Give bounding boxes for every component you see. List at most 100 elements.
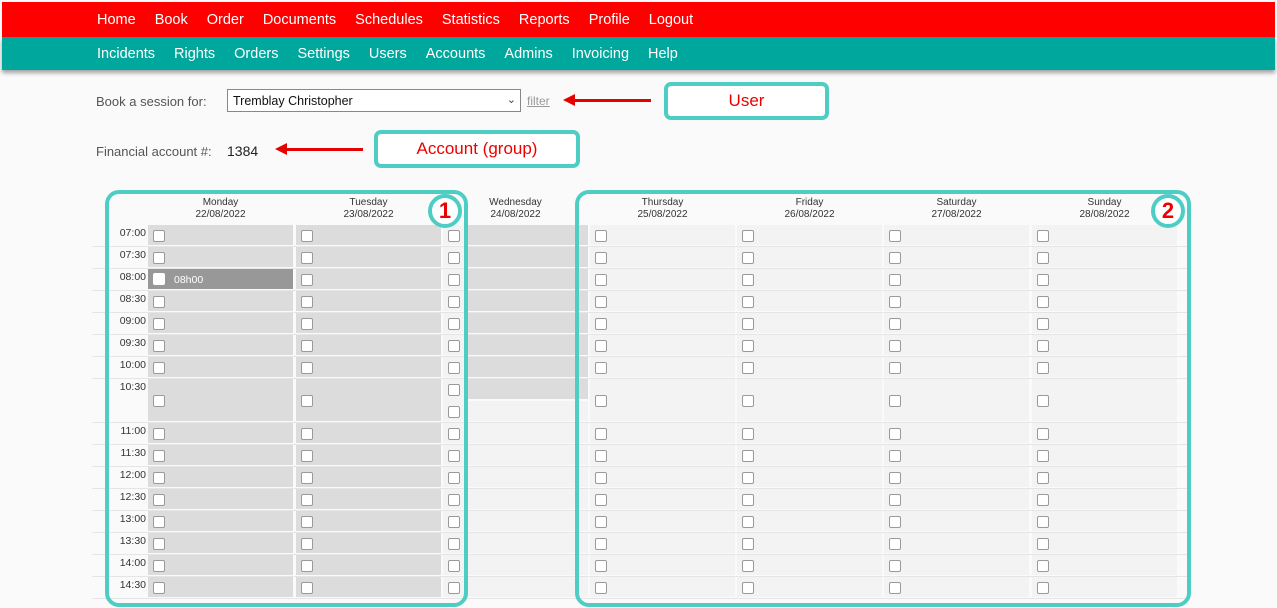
slot-checkbox[interactable]: [742, 395, 754, 407]
nav-accounts[interactable]: Accounts: [426, 46, 486, 62]
slot-checkbox[interactable]: [448, 516, 460, 528]
nav-admins[interactable]: Admins: [504, 46, 552, 62]
slot-checkbox[interactable]: [595, 362, 607, 374]
slot-checkbox[interactable]: [889, 318, 901, 330]
nav-documents[interactable]: Documents: [263, 12, 336, 28]
slot-checkbox[interactable]: [889, 362, 901, 374]
slot-checkbox[interactable]: [742, 362, 754, 374]
slot-checkbox[interactable]: [889, 582, 901, 594]
slot-checkbox[interactable]: [889, 296, 901, 308]
slot-checkbox[interactable]: [889, 516, 901, 528]
slot-checkbox[interactable]: [153, 318, 165, 330]
slot-checkbox[interactable]: [889, 395, 901, 407]
slot-checkbox[interactable]: [595, 318, 607, 330]
nav-rights[interactable]: Rights: [174, 46, 215, 62]
slot-checkbox[interactable]: [301, 296, 313, 308]
slot-checkbox[interactable]: [448, 252, 460, 264]
slot-checkbox[interactable]: [448, 230, 460, 242]
slot-checkbox[interactable]: [889, 538, 901, 550]
slot-checkbox[interactable]: [889, 230, 901, 242]
slot-checkbox[interactable]: [595, 538, 607, 550]
slot-checkbox[interactable]: [448, 582, 460, 594]
slot-checkbox[interactable]: [595, 252, 607, 264]
slot-checkbox[interactable]: [153, 230, 165, 242]
slot-checkbox[interactable]: [742, 296, 754, 308]
slot-checkbox[interactable]: [595, 428, 607, 440]
slot-checkbox[interactable]: [153, 340, 165, 352]
slot-checkbox[interactable]: [889, 252, 901, 264]
slot-checkbox[interactable]: [1037, 340, 1049, 352]
slot-checkbox[interactable]: [742, 472, 754, 484]
slot-checkbox[interactable]: [742, 560, 754, 572]
slot-checkbox[interactable]: [1037, 560, 1049, 572]
nav-reports[interactable]: Reports: [519, 12, 570, 28]
nav-logout[interactable]: Logout: [649, 12, 693, 28]
slot-checkbox[interactable]: [742, 252, 754, 264]
slot-checkbox[interactable]: [448, 494, 460, 506]
slot-checkbox[interactable]: [1037, 252, 1049, 264]
slot-checkbox[interactable]: [742, 494, 754, 506]
slot-checkbox[interactable]: [1037, 395, 1049, 407]
nav-statistics[interactable]: Statistics: [442, 12, 500, 28]
slot-checkbox[interactable]: [153, 252, 165, 264]
slot-checkbox[interactable]: [742, 274, 754, 286]
slot-checkbox[interactable]: [1037, 362, 1049, 374]
slot-checkbox[interactable]: [448, 296, 460, 308]
slot-checkbox[interactable]: [153, 296, 165, 308]
slot-checkbox[interactable]: [889, 274, 901, 286]
nav-schedules[interactable]: Schedules: [355, 12, 423, 28]
slot-checkbox[interactable]: [153, 428, 165, 440]
slot-checkbox[interactable]: [595, 560, 607, 572]
nav-order[interactable]: Order: [207, 12, 244, 28]
slot-checkbox[interactable]: [153, 582, 165, 594]
slot-checkbox[interactable]: [153, 560, 165, 572]
slot-checkbox[interactable]: [301, 230, 313, 242]
nav-users[interactable]: Users: [369, 46, 407, 62]
slot-checkbox[interactable]: [301, 450, 313, 462]
slot-checkbox[interactable]: [889, 494, 901, 506]
slot-checkbox[interactable]: [301, 274, 313, 286]
slot-checkbox[interactable]: [448, 384, 460, 396]
slot-checkbox[interactable]: [1037, 472, 1049, 484]
slot-checkbox[interactable]: [1037, 582, 1049, 594]
slot-checkbox[interactable]: [1037, 538, 1049, 550]
booked-slot[interactable]: [148, 269, 293, 289]
slot-checkbox[interactable]: [595, 296, 607, 308]
slot-checkbox[interactable]: [153, 472, 165, 484]
slot-checkbox[interactable]: [448, 472, 460, 484]
nav-settings[interactable]: Settings: [297, 46, 349, 62]
slot-checkbox[interactable]: [1037, 450, 1049, 462]
slot-checkbox[interactable]: [301, 560, 313, 572]
slot-checkbox[interactable]: [153, 450, 165, 462]
booked-slot-checkbox[interactable]: [153, 273, 165, 285]
slot-checkbox[interactable]: [1037, 230, 1049, 242]
slot-checkbox[interactable]: [595, 274, 607, 286]
slot-checkbox[interactable]: [1037, 428, 1049, 440]
filter-link[interactable]: filter: [527, 94, 550, 108]
slot-checkbox[interactable]: [448, 274, 460, 286]
slot-checkbox[interactable]: [448, 406, 460, 418]
slot-checkbox[interactable]: [889, 472, 901, 484]
slot-checkbox[interactable]: [742, 538, 754, 550]
slot-checkbox[interactable]: [595, 516, 607, 528]
slot-checkbox[interactable]: [595, 494, 607, 506]
slot-checkbox[interactable]: [595, 582, 607, 594]
slot-checkbox[interactable]: [448, 318, 460, 330]
slot-checkbox[interactable]: [595, 395, 607, 407]
slot-checkbox[interactable]: [889, 450, 901, 462]
slot-checkbox[interactable]: [153, 516, 165, 528]
slot-checkbox[interactable]: [301, 472, 313, 484]
slot-checkbox[interactable]: [595, 230, 607, 242]
slot-checkbox[interactable]: [448, 538, 460, 550]
slot-checkbox[interactable]: [301, 582, 313, 594]
nav-invoicing[interactable]: Invoicing: [572, 46, 629, 62]
slot-checkbox[interactable]: [153, 494, 165, 506]
slot-checkbox[interactable]: [742, 428, 754, 440]
slot-checkbox[interactable]: [448, 428, 460, 440]
slot-checkbox[interactable]: [889, 560, 901, 572]
slot-checkbox[interactable]: [742, 516, 754, 528]
slot-checkbox[interactable]: [1037, 296, 1049, 308]
slot-checkbox[interactable]: [301, 428, 313, 440]
slot-checkbox[interactable]: [301, 395, 313, 407]
slot-checkbox[interactable]: [889, 340, 901, 352]
